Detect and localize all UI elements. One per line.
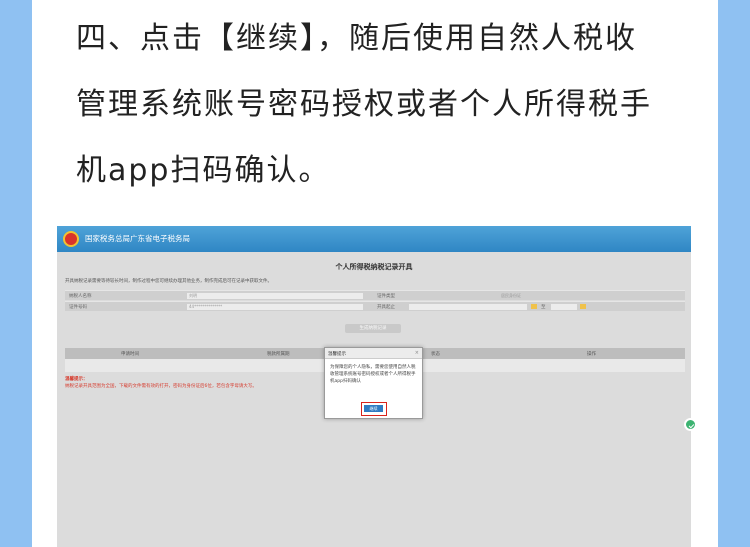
calendar-icon[interactable] bbox=[531, 304, 537, 309]
form-row-1: 纳税人名称 刘明 证件类型 居民身份证 bbox=[65, 290, 685, 300]
dialog-title: 温馨提示 bbox=[328, 352, 346, 357]
id-no-field[interactable]: 44************** bbox=[187, 304, 363, 310]
emblem-icon bbox=[63, 231, 79, 247]
continue-button[interactable]: 继续 bbox=[364, 405, 383, 412]
instruction-line-3: 机app扫码确认。 bbox=[76, 153, 331, 188]
col-status: 状态 bbox=[431, 352, 440, 357]
id-type-field[interactable]: 居民身份证 bbox=[499, 293, 683, 299]
instruction-line-1: 四、点击【继续】，随后使用自然人税收 bbox=[76, 21, 637, 56]
id-type-label: 证件类型 bbox=[377, 294, 395, 299]
instruction-line-2: 管理系统账号密码授权或者个人所得税手 bbox=[76, 87, 652, 122]
generate-record-button[interactable]: 生成纳税记录 bbox=[345, 324, 401, 333]
site-header: 国家税务总局广东省电子税务局 bbox=[57, 226, 691, 252]
period-start-field[interactable] bbox=[409, 304, 527, 310]
period-label: 开具起止 bbox=[377, 305, 395, 310]
privacy-dialog: 温馨提示 × 为保障您的个人隐私，需要您使用自然人税收管理系统账号密码授权或者个… bbox=[324, 347, 423, 419]
continue-button-highlight: 继续 bbox=[361, 402, 387, 416]
page-title: 个人所得税纳税记录开具 bbox=[335, 263, 413, 271]
calendar-icon[interactable] bbox=[580, 304, 586, 309]
name-field[interactable]: 刘明 bbox=[187, 293, 363, 299]
period-separator: 至 bbox=[541, 305, 546, 310]
col-apply-time: 申请时间 bbox=[121, 352, 139, 357]
col-tax-period: 税款所属期 bbox=[267, 352, 290, 357]
name-label: 纳税人名称 bbox=[69, 294, 92, 299]
col-action: 操作 bbox=[587, 352, 596, 357]
dialog-message: 为保障您的个人隐私，需要您使用自然人税收管理系统账号密码授权或者个人所得税手机a… bbox=[330, 365, 416, 384]
notice-text: 开具纳税记录需要等待较长时间，制作过程中您可继续办理其他业务，制作完成后可在记录… bbox=[65, 279, 272, 284]
dialog-header: 温馨提示 × bbox=[325, 348, 422, 359]
floating-check-icon[interactable] bbox=[684, 418, 697, 431]
form-row-2: 证件号码 44************** 开具起止 至 bbox=[65, 301, 685, 311]
site-title: 国家税务总局广东省电子税务局 bbox=[85, 234, 190, 243]
period-end-field[interactable] bbox=[551, 304, 577, 310]
close-icon[interactable]: × bbox=[415, 350, 419, 356]
instruction-text: 四、点击【继续】，随后使用自然人税收 管理系统账号密码授权或者个人所得税手 机a… bbox=[76, 6, 676, 204]
id-no-label: 证件号码 bbox=[69, 305, 87, 310]
embedded-screenshot: 国家税务总局广东省电子税务局 个人所得税纳税记录开具 开具纳税记录需要等待较长时… bbox=[57, 226, 691, 547]
tips-title: 温馨提示： bbox=[65, 377, 88, 382]
tips-text: 纳税记录开具范围为全国，下载的文件需有效的打开，密码为身份证后6位，若包含字母请… bbox=[65, 384, 257, 389]
